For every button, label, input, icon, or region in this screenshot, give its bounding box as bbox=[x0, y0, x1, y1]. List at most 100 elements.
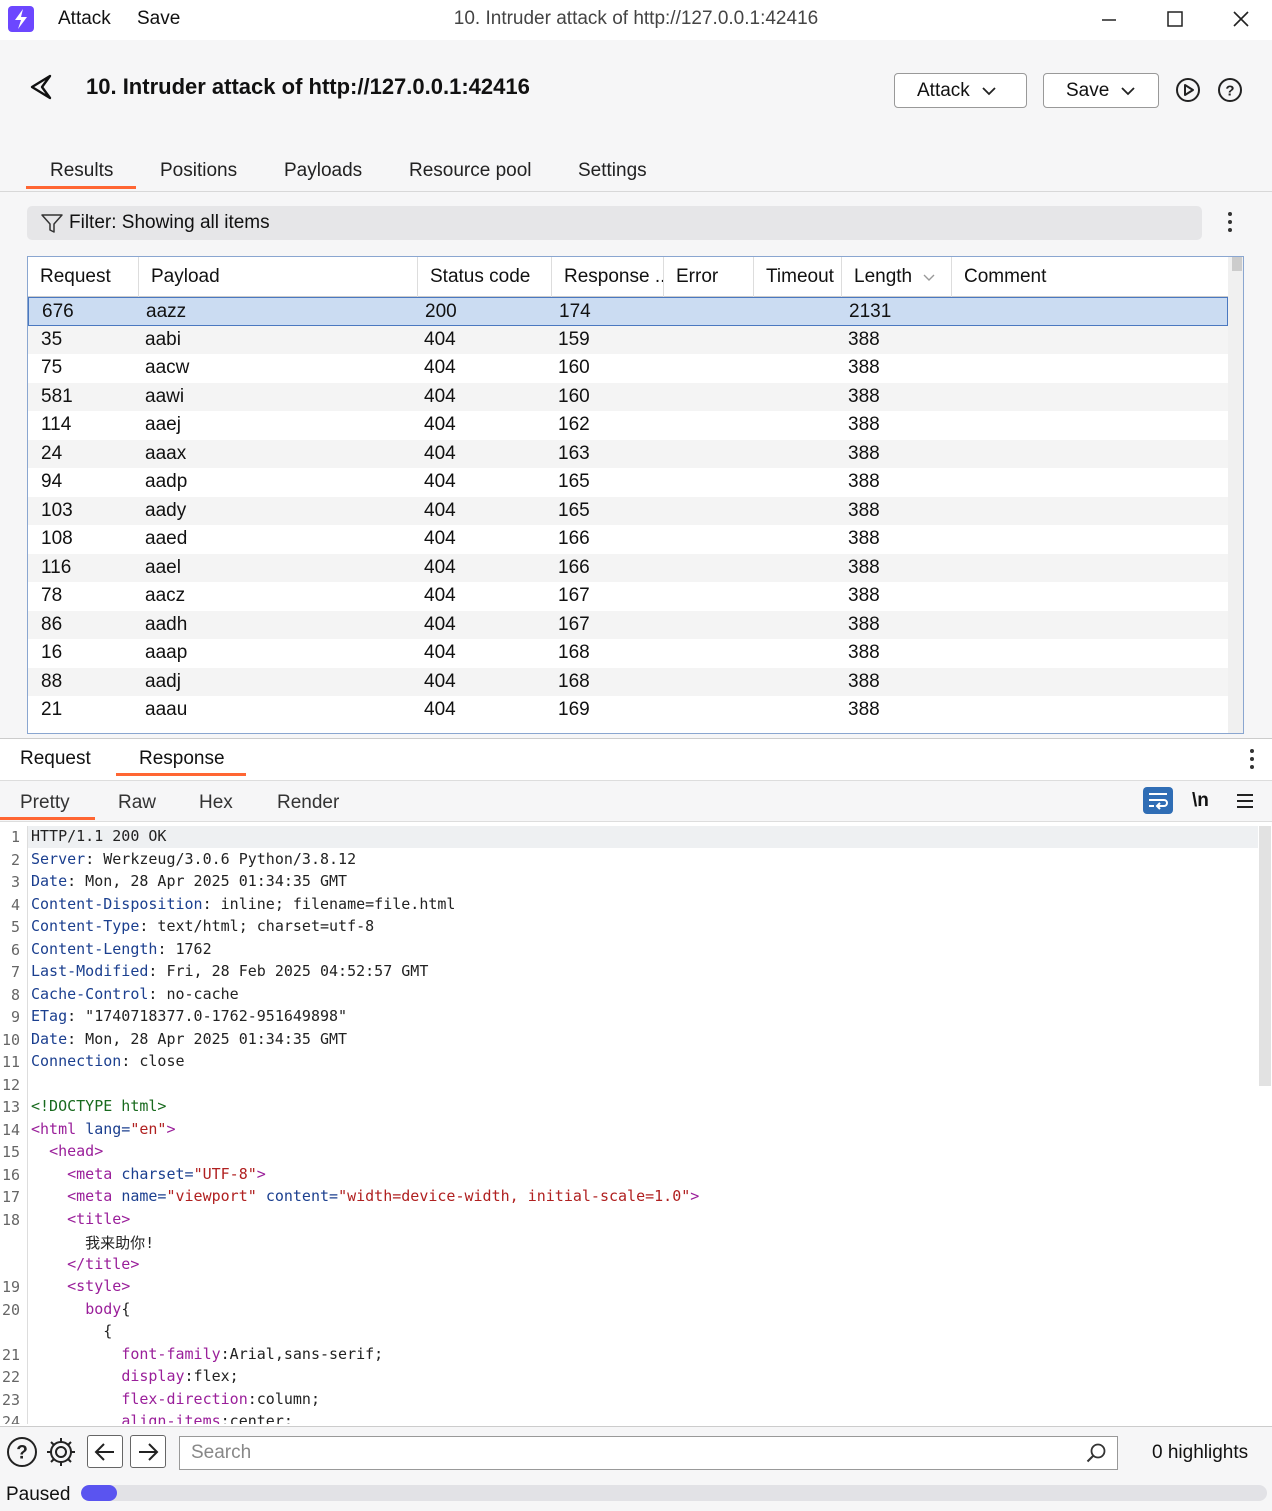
line-number: 19 bbox=[1, 1278, 20, 1296]
table-row[interactable]: 676 aazz 200 174 2131 bbox=[28, 297, 1228, 326]
cell-length: 388 bbox=[848, 528, 880, 549]
search-icon[interactable] bbox=[1086, 1443, 1106, 1469]
play-icon[interactable] bbox=[1175, 77, 1201, 103]
table-row[interactable]: 35 aabi 404 159 388 bbox=[28, 325, 1228, 354]
cell-request: 16 bbox=[41, 642, 63, 663]
cell-status-code: 404 bbox=[424, 613, 456, 635]
table-row[interactable]: 78 aacz 404 167 388 bbox=[28, 582, 1228, 611]
tab-results[interactable]: Results bbox=[50, 160, 113, 182]
cell-request: 88 bbox=[41, 670, 63, 692]
line-number: 8 bbox=[10, 985, 20, 1004]
code-line: Date: Mon, 28 Apr 2025 01:34:35 GMT bbox=[31, 1029, 348, 1048]
help-icon[interactable]: ? bbox=[6, 1436, 38, 1468]
cell-length: 388 bbox=[848, 385, 880, 407]
cell-status-code: 404 bbox=[424, 414, 456, 435]
table-row[interactable]: 88 aadj 404 168 388 bbox=[28, 667, 1228, 696]
help-icon[interactable]: ? bbox=[1217, 77, 1243, 103]
table-row[interactable]: 103 aady 404 165 388 bbox=[28, 496, 1228, 525]
line-number: 3 bbox=[10, 873, 20, 891]
cell-request: 24 bbox=[41, 442, 63, 464]
tab-pretty[interactable]: Pretty bbox=[20, 792, 70, 814]
active-view-indicator bbox=[0, 817, 95, 820]
close-icon[interactable] bbox=[1224, 6, 1258, 34]
tab-resource-pool[interactable]: Resource pool bbox=[409, 160, 532, 182]
code-line: <html lang="en"> bbox=[31, 1119, 176, 1138]
attack-dropdown-button[interactable]: Attack bbox=[894, 73, 1027, 108]
next-match-button[interactable] bbox=[130, 1435, 166, 1468]
cell-payload: aady bbox=[145, 499, 187, 521]
menu-save[interactable]: Save bbox=[137, 8, 180, 30]
code-line: <style> bbox=[67, 1277, 131, 1295]
tab-hex[interactable]: Hex bbox=[199, 792, 233, 814]
column-response[interactable]: Response ... bbox=[552, 257, 664, 297]
code-line: <meta name="viewport" content="width=dev… bbox=[67, 1187, 700, 1205]
tab-raw[interactable]: Raw bbox=[118, 792, 156, 814]
word-wrap-icon[interactable] bbox=[1143, 787, 1173, 814]
newline-toggle[interactable]: \n bbox=[1192, 790, 1209, 812]
more-options-icon[interactable] bbox=[1227, 212, 1233, 236]
save-dropdown-button[interactable]: Save bbox=[1043, 73, 1159, 108]
table-row[interactable]: 16 aaap 404 168 388 bbox=[28, 639, 1228, 668]
column-payload[interactable]: Payload bbox=[139, 257, 418, 297]
column-status-code[interactable]: Status code bbox=[418, 257, 552, 297]
current-line-highlight bbox=[27, 826, 1258, 848]
cell-status-code: 404 bbox=[424, 499, 456, 521]
cell-payload: aabi bbox=[145, 328, 181, 350]
code-line: HTTP/1.1 200 OK bbox=[31, 827, 167, 845]
code-line: Last-Modified: Fri, 28 Feb 2025 04:52:57… bbox=[31, 962, 429, 980]
code-line: { bbox=[31, 1322, 113, 1340]
cell-payload: aaej bbox=[145, 414, 181, 435]
menu-icon[interactable] bbox=[1236, 793, 1254, 814]
column-error[interactable]: Error bbox=[664, 257, 754, 297]
maximize-icon[interactable] bbox=[1158, 6, 1192, 34]
view-tabs bbox=[0, 780, 1272, 822]
tab-settings[interactable]: Settings bbox=[578, 160, 647, 182]
arrow-left-icon bbox=[94, 1443, 114, 1461]
column-length[interactable]: Length bbox=[842, 257, 952, 297]
cell-length: 388 bbox=[848, 442, 880, 464]
table-header: Request Payload Status code Response ...… bbox=[28, 257, 1228, 297]
cell-response-time: 165 bbox=[558, 471, 590, 492]
cell-length: 388 bbox=[848, 613, 880, 635]
search-input[interactable] bbox=[180, 1437, 1060, 1469]
tab-render[interactable]: Render bbox=[277, 792, 339, 814]
search-box bbox=[179, 1436, 1118, 1470]
cell-length: 388 bbox=[848, 670, 880, 692]
filter-bar[interactable]: Filter: Showing all items bbox=[27, 206, 1202, 240]
settings-gear-icon[interactable] bbox=[45, 1436, 77, 1468]
column-comment[interactable]: Comment bbox=[952, 257, 1228, 297]
line-number: 15 bbox=[1, 1143, 20, 1161]
column-request[interactable]: Request bbox=[28, 257, 139, 297]
minimize-icon[interactable] bbox=[1092, 6, 1126, 34]
table-row[interactable]: 21 aaau 404 169 388 bbox=[28, 696, 1228, 725]
tab-positions[interactable]: Positions bbox=[160, 160, 237, 182]
line-number: 11 bbox=[1, 1053, 20, 1071]
table-row[interactable]: 75 aacw 404 160 388 bbox=[28, 354, 1228, 383]
cell-request: 78 bbox=[41, 585, 63, 606]
tab-response[interactable]: Response bbox=[139, 748, 225, 770]
code-scrollbar[interactable] bbox=[1258, 826, 1272, 1424]
table-row[interactable]: 24 aaax 404 163 388 bbox=[28, 439, 1228, 468]
cell-length: 388 bbox=[848, 585, 880, 606]
cell-payload: aawi bbox=[145, 385, 185, 407]
menu-attack[interactable]: Attack bbox=[58, 8, 111, 30]
table-row[interactable]: 581 aawi 404 160 388 bbox=[28, 382, 1228, 411]
filter-label: Filter: Showing all items bbox=[69, 212, 270, 233]
table-row[interactable]: 108 aaed 404 166 388 bbox=[28, 525, 1228, 554]
tab-request[interactable]: Request bbox=[20, 748, 91, 770]
table-row[interactable]: 116 aael 404 166 388 bbox=[28, 553, 1228, 582]
response-code-view[interactable]: 1 HTTP/1.1 200 OK 2 Server: Werkzeug/3.0.6 … bbox=[0, 826, 1258, 1424]
cell-status-code: 200 bbox=[425, 301, 457, 322]
tab-payloads[interactable]: Payloads bbox=[284, 160, 362, 182]
column-timeout[interactable]: Timeout bbox=[754, 257, 842, 297]
table-scrollbar[interactable] bbox=[1228, 257, 1243, 733]
panel-options-icon[interactable] bbox=[1249, 749, 1255, 773]
cell-length: 388 bbox=[848, 642, 880, 663]
table-row[interactable]: 86 aadh 404 167 388 bbox=[28, 610, 1228, 639]
table-row[interactable]: 114 aaej 404 162 388 bbox=[28, 411, 1228, 440]
previous-match-button[interactable] bbox=[87, 1435, 123, 1468]
cell-length: 388 bbox=[848, 499, 880, 521]
table-row[interactable]: 94 aadp 404 165 388 bbox=[28, 468, 1228, 497]
cell-response-time: 167 bbox=[558, 585, 590, 606]
cell-response-time: 166 bbox=[558, 556, 590, 578]
